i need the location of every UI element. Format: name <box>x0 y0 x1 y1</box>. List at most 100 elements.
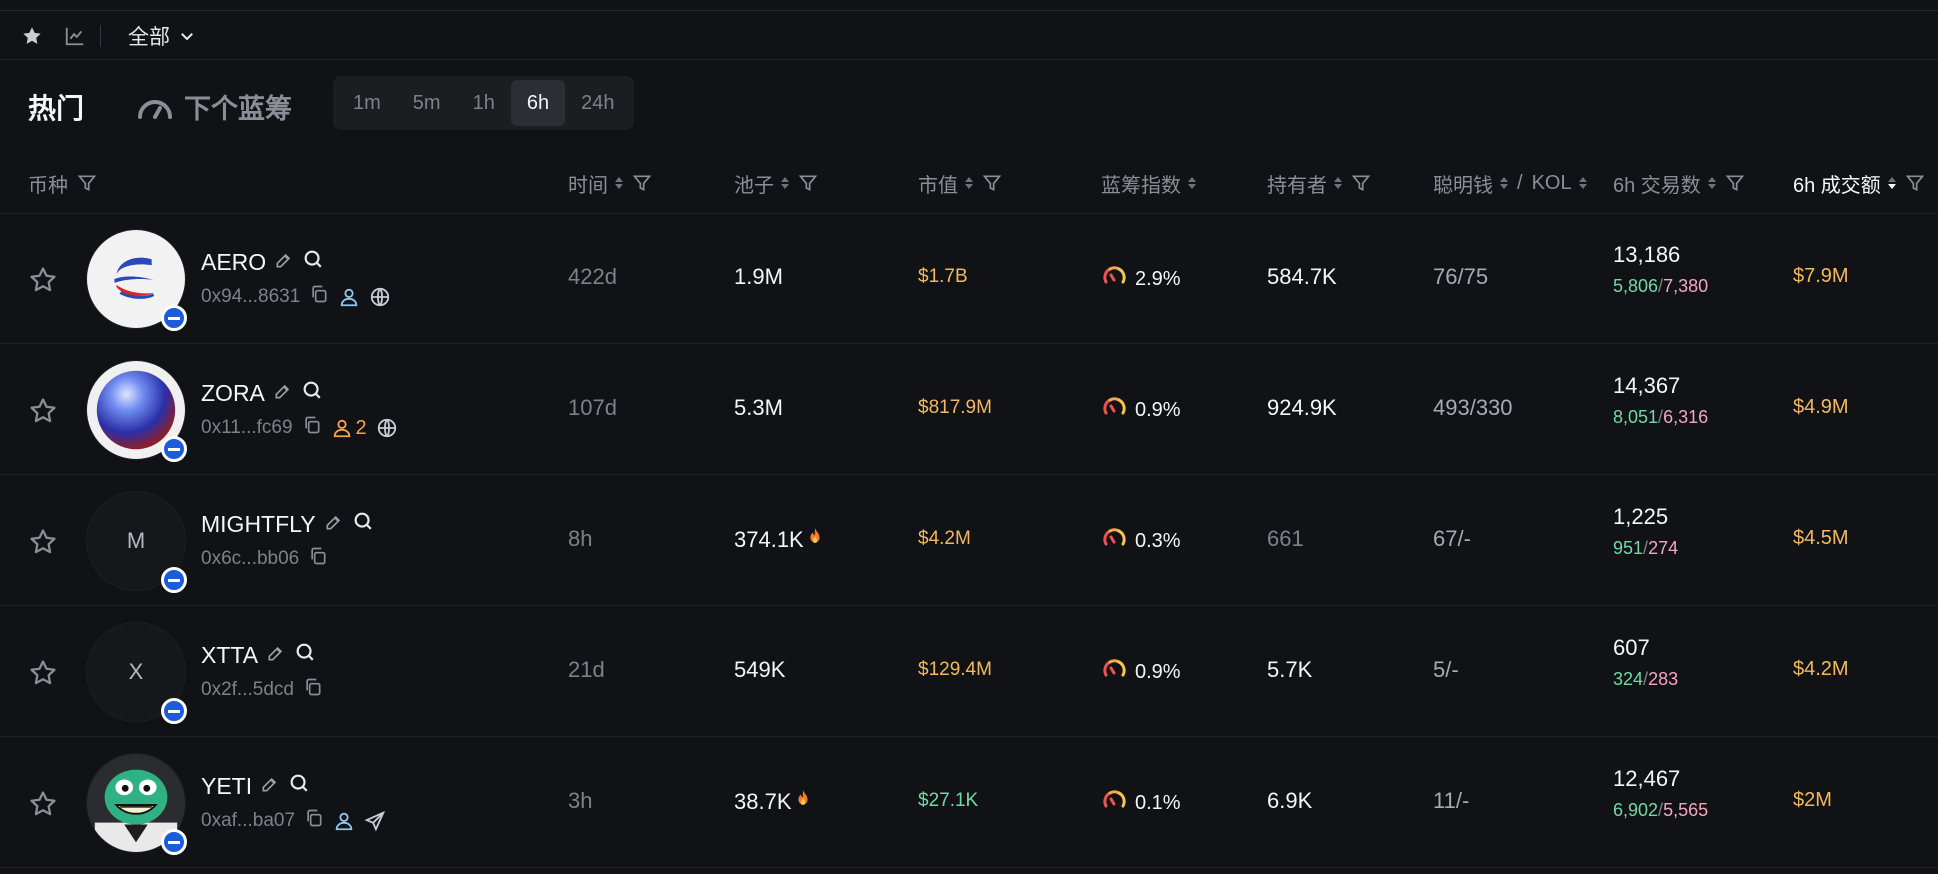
age-cell: 21d <box>568 657 605 682</box>
copy-icon[interactable] <box>304 808 324 834</box>
filter-funnel-icon[interactable] <box>632 173 652 193</box>
timeframe-1h[interactable]: 1h <box>457 80 511 126</box>
sort-icon[interactable] <box>781 177 789 189</box>
social-links[interactable]: 2 <box>331 417 398 440</box>
favorites-star-icon[interactable] <box>20 24 44 48</box>
timeframe-1m[interactable]: 1m <box>337 80 397 126</box>
edit-icon[interactable] <box>273 380 293 407</box>
social-links[interactable] <box>333 810 386 832</box>
bluechip-value: 0.1% <box>1135 791 1181 814</box>
col-pool-label: 池子 <box>734 174 774 197</box>
edit-icon[interactable] <box>260 773 280 800</box>
chain-badge-icon <box>161 829 187 855</box>
table-row[interactable]: YETI 0xaf...ba07 3h 38.7K $27.1K 0.1% 6.… <box>0 738 1938 868</box>
table-row[interactable]: M MIGHTFLY 0x6c...bb06 8h 374.1K $4.2M 0… <box>0 476 1938 606</box>
sort-icon[interactable] <box>1334 177 1342 189</box>
copy-icon[interactable] <box>308 546 328 572</box>
token-symbol[interactable]: YETI <box>201 773 252 800</box>
filter-funnel-icon[interactable] <box>1725 173 1745 193</box>
chart-icon[interactable] <box>63 24 87 48</box>
fire-icon <box>804 526 826 554</box>
txs-count: 14,367 <box>1613 373 1681 398</box>
volume-cell: $2M <box>1793 789 1832 811</box>
token-symbol[interactable]: XTTA <box>201 642 258 669</box>
filter-funnel-icon[interactable] <box>1351 173 1371 193</box>
bluechip-gauge-icon <box>1101 525 1127 557</box>
sort-icon[interactable] <box>1188 177 1196 189</box>
sort-icon[interactable] <box>965 177 973 189</box>
social-links[interactable] <box>338 286 391 308</box>
token-name: XTTA <box>201 641 316 669</box>
sells-count: 283 <box>1648 669 1679 689</box>
sort-icon[interactable] <box>1500 177 1508 189</box>
bluechip-value: 0.3% <box>1135 529 1181 552</box>
token-symbol[interactable]: AERO <box>201 249 266 276</box>
col-token-label: 币种 <box>28 174 68 197</box>
table-row[interactable]: X XTTA 0x2f...5dcd 21d 549K $129.4M 0.9%… <box>0 607 1938 737</box>
edit-icon[interactable] <box>266 642 286 669</box>
timeframe-24h[interactable]: 24h <box>565 80 630 126</box>
bluechip-cell: 0.1% <box>1101 787 1181 819</box>
filter-funnel-icon[interactable] <box>1905 173 1925 193</box>
col-smart-label: 聪明钱 <box>1433 174 1493 197</box>
filter-funnel-icon[interactable] <box>77 173 97 193</box>
copy-icon[interactable] <box>302 415 322 441</box>
search-icon[interactable] <box>294 641 316 669</box>
token-symbol[interactable]: ZORA <box>201 380 265 407</box>
table-row[interactable]: AERO 0x94...8631 422d 1.9M $1.7B 2.9% 58… <box>0 214 1938 344</box>
col-pool[interactable]: 池子 <box>734 170 818 197</box>
search-icon[interactable] <box>301 379 323 407</box>
table-row[interactable]: ZORA 0x11...fc69 2 107d 5.3M $817.9M 0.9… <box>0 345 1938 475</box>
col-holders-label: 持有者 <box>1267 174 1327 197</box>
col-holders[interactable]: 持有者 <box>1267 170 1371 197</box>
sort-desc-icon[interactable] <box>1887 177 1896 189</box>
smart-kol-cell: 76/75 <box>1433 264 1489 289</box>
token-symbol[interactable]: MIGHTFLY <box>201 511 316 538</box>
tab-next-bluechip[interactable]: 下个蓝筹 <box>136 87 292 126</box>
col-token: 币种 <box>28 170 97 197</box>
edit-icon[interactable] <box>324 511 344 538</box>
col-mcap[interactable]: 市值 <box>918 170 1002 197</box>
pool-value: 549K <box>734 657 786 682</box>
col-age[interactable]: 时间 <box>568 170 652 197</box>
col-volume[interactable]: 6h 成交额 <box>1793 170 1925 197</box>
bluechip-value: 2.9% <box>1135 267 1181 290</box>
search-icon[interactable] <box>302 248 324 276</box>
volume-cell: $4.9M <box>1793 396 1849 418</box>
col-txs[interactable]: 6h 交易数 <box>1613 170 1745 197</box>
volume-cell: $4.5M <box>1793 527 1849 549</box>
txs-cell: 607 324/283 <box>1613 635 1678 690</box>
tab-hot[interactable]: 热门 <box>28 87 84 127</box>
favorite-star-icon[interactable] <box>28 789 58 819</box>
chevron-down-icon <box>181 33 193 41</box>
sort-icon[interactable] <box>615 177 623 189</box>
copy-icon[interactable] <box>303 677 323 703</box>
bluechip-gauge-icon <box>1101 787 1127 819</box>
col-smart-kol[interactable]: 聪明钱 / KOL <box>1433 170 1587 197</box>
token-name: YETI <box>201 772 310 800</box>
sort-icon[interactable] <box>1578 177 1587 189</box>
category-dropdown-label: 全部 <box>128 26 170 49</box>
copy-icon[interactable] <box>309 284 329 310</box>
token-address: 0x2f...5dcd <box>201 677 323 703</box>
sort-icon[interactable] <box>1707 177 1716 189</box>
search-icon[interactable] <box>288 772 310 800</box>
search-icon[interactable] <box>352 510 374 538</box>
favorite-star-icon[interactable] <box>28 396 58 426</box>
txs-count: 1,225 <box>1613 504 1669 529</box>
filter-funnel-icon[interactable] <box>798 173 818 193</box>
favorite-star-icon[interactable] <box>28 265 58 295</box>
smart-kol-cell: 5/- <box>1433 657 1459 682</box>
favorite-star-icon[interactable] <box>28 527 58 557</box>
age-cell: 8h <box>568 526 593 551</box>
filter-funnel-icon[interactable] <box>982 173 1002 193</box>
contract-address: 0xaf...ba07 <box>201 810 296 831</box>
pool-cell: 5.3M <box>734 395 783 421</box>
edit-icon[interactable] <box>274 249 294 276</box>
favorite-star-icon[interactable] <box>28 658 58 688</box>
timeframe-5m[interactable]: 5m <box>397 80 457 126</box>
col-bluechip[interactable]: 蓝筹指数 <box>1101 170 1196 197</box>
timeframe-6h[interactable]: 6h <box>510 80 566 126</box>
category-dropdown[interactable]: 全部 <box>128 23 196 49</box>
contract-address: 0x2f...5dcd <box>201 679 294 700</box>
